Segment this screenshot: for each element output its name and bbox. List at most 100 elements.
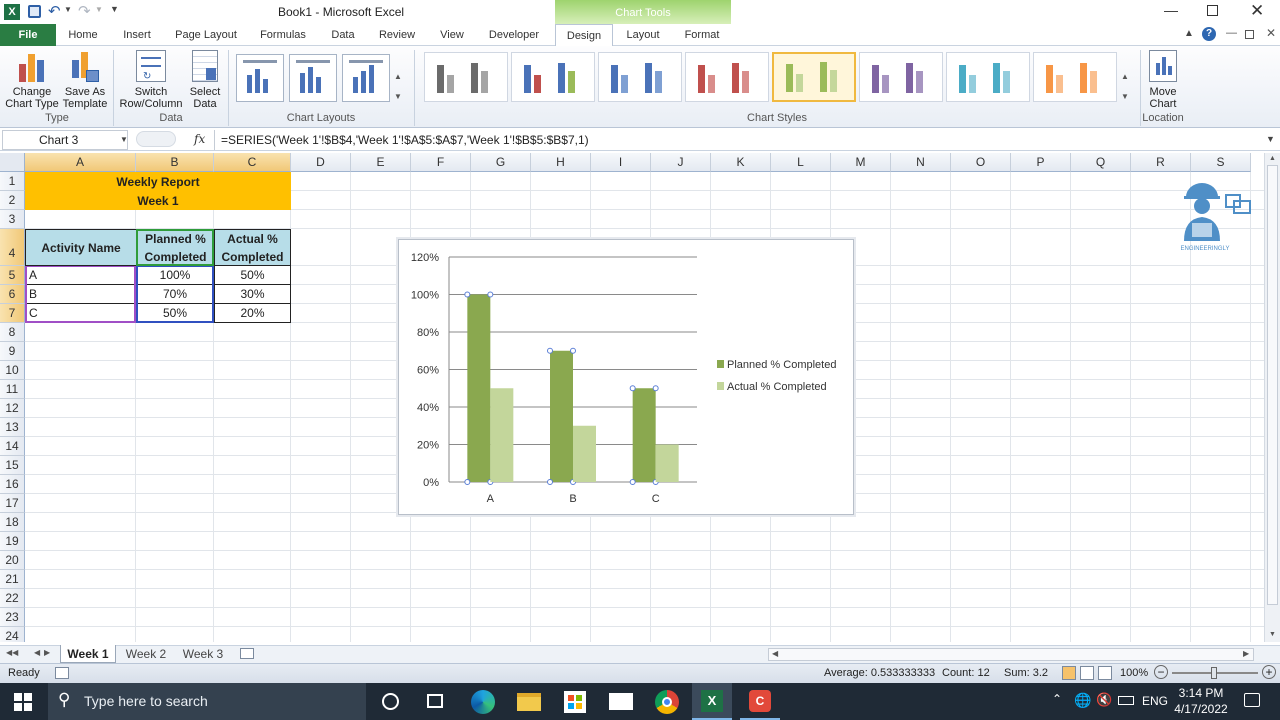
prev-sheet-icon[interactable]: ◀	[34, 648, 40, 657]
row-header-14[interactable]: 14	[0, 437, 25, 456]
row-header-9[interactable]: 9	[0, 342, 25, 361]
column-header-i[interactable]: I	[591, 153, 651, 172]
column-header-h[interactable]: H	[531, 153, 591, 172]
scroll-left-icon[interactable]: ◀	[772, 649, 778, 658]
save-icon[interactable]	[28, 5, 41, 18]
row-header-1[interactable]: 1	[0, 172, 25, 191]
redo-dropdown-icon[interactable]: ▼	[95, 5, 103, 14]
column-header-s[interactable]: S	[1191, 153, 1251, 172]
column-header-n[interactable]: N	[891, 153, 951, 172]
layouts-scroll-up-icon[interactable]: ▲	[394, 72, 402, 81]
windows-start-icon[interactable]	[14, 693, 32, 711]
report-week-cell[interactable]: Week 1	[25, 191, 291, 210]
workbook-minimize-icon[interactable]: —	[1226, 27, 1237, 39]
layouts-more-icon[interactable]: ▼	[394, 92, 402, 101]
zoom-in-icon[interactable]: +	[1262, 665, 1276, 679]
workbook-close-icon[interactable]: ✕	[1266, 26, 1276, 40]
tab-data[interactable]: Data	[322, 24, 364, 46]
column-header-m[interactable]: M	[831, 153, 891, 172]
undo-dropdown-icon[interactable]: ▼	[64, 5, 72, 14]
expand-formula-bar-icon[interactable]: ▼	[1266, 134, 1275, 144]
tab-file[interactable]: File	[0, 24, 56, 46]
column-header-l[interactable]: L	[771, 153, 831, 172]
microsoft-store-icon[interactable]	[564, 691, 586, 713]
edge-icon[interactable]	[471, 690, 495, 714]
row-header-4[interactable]: 4	[0, 229, 25, 266]
network-icon[interactable]: 🌐	[1074, 692, 1091, 709]
report-title-cell[interactable]: Weekly Report	[25, 172, 291, 191]
tab-formulas[interactable]: Formulas	[252, 24, 314, 46]
tab-home[interactable]: Home	[60, 24, 106, 46]
chart-style-8-thumbnail[interactable]	[1033, 52, 1117, 102]
name-box-dropdown-icon[interactable]: ▼	[120, 135, 128, 144]
select-data-button[interactable]: Select Data	[186, 50, 224, 110]
insert-sheet-icon[interactable]	[240, 648, 254, 659]
chart-style-3-thumbnail[interactable]	[598, 52, 682, 102]
chart-style-4-thumbnail[interactable]	[685, 52, 769, 102]
styles-more-icon[interactable]: ▼	[1121, 92, 1129, 101]
row-header-24[interactable]: 24	[0, 627, 25, 642]
close-button[interactable]: ✕	[1250, 1, 1264, 21]
move-chart-button[interactable]: Move Chart	[1143, 50, 1183, 110]
zoom-out-icon[interactable]: −	[1154, 665, 1168, 679]
chart-layout-3-thumbnail[interactable]	[342, 54, 390, 102]
scroll-up-icon[interactable]: ▲	[1269, 155, 1276, 162]
page-break-view-icon[interactable]	[1098, 666, 1112, 680]
scroll-down-icon[interactable]: ▼	[1269, 631, 1276, 638]
help-icon[interactable]: ?	[1202, 27, 1216, 41]
actual-cell[interactable]: 20%	[214, 304, 291, 323]
sheet-tab-week-3[interactable]: Week 3	[176, 646, 230, 663]
row-header-21[interactable]: 21	[0, 570, 25, 589]
clock-time[interactable]: 3:14 PM	[1174, 686, 1228, 700]
chart-style-6-thumbnail[interactable]	[859, 52, 943, 102]
zoom-level[interactable]: 100%	[1120, 667, 1148, 679]
tab-design[interactable]: Design	[555, 24, 613, 46]
sheet-tab-week-1[interactable]: Week 1	[60, 645, 116, 663]
tab-review[interactable]: Review	[372, 24, 422, 46]
row-header-22[interactable]: 22	[0, 589, 25, 608]
column-header-d[interactable]: D	[291, 153, 351, 172]
page-layout-view-icon[interactable]	[1080, 666, 1094, 680]
row-header-16[interactable]: 16	[0, 475, 25, 494]
column-header-q[interactable]: Q	[1071, 153, 1131, 172]
vertical-scroll-thumb[interactable]	[1267, 165, 1278, 605]
column-header-r[interactable]: R	[1131, 153, 1191, 172]
restore-button[interactable]	[1207, 5, 1218, 16]
volume-muted-icon[interactable]: 🔇	[1096, 692, 1112, 708]
actual-cell[interactable]: 50%	[214, 266, 291, 285]
column-header-g[interactable]: G	[471, 153, 531, 172]
scroll-right-icon[interactable]: ▶	[1243, 649, 1249, 658]
tab-view[interactable]: View	[430, 24, 474, 46]
vertical-scrollbar[interactable]: ▲ ▼	[1264, 153, 1280, 642]
undo-icon[interactable]: ↶	[48, 2, 61, 20]
horizontal-scrollbar[interactable]	[768, 648, 1254, 661]
tab-layout[interactable]: Layout	[617, 24, 669, 46]
row-header-8[interactable]: 8	[0, 323, 25, 342]
column-header-a[interactable]: A	[25, 153, 136, 172]
sheet-tab-week-2[interactable]: Week 2	[120, 646, 172, 663]
row-header-13[interactable]: 13	[0, 418, 25, 437]
mail-icon[interactable]	[609, 693, 633, 710]
column-header-j[interactable]: J	[651, 153, 711, 172]
column-header-k[interactable]: K	[711, 153, 771, 172]
clock-date[interactable]: 4/17/2022	[1170, 702, 1232, 716]
excel-taskbar-icon[interactable]: X	[692, 683, 732, 720]
chart-layout-2-thumbnail[interactable]	[289, 54, 337, 102]
tab-format[interactable]: Format	[675, 24, 729, 46]
column-header-e[interactable]: E	[351, 153, 411, 172]
column-header-f[interactable]: F	[411, 153, 471, 172]
minimize-button[interactable]: —	[1164, 2, 1180, 18]
insert-function-icon[interactable]: fx	[194, 132, 205, 146]
row-header-6[interactable]: 6	[0, 285, 25, 304]
tab-page-layout[interactable]: Page Layout	[168, 24, 244, 46]
taskbar-search-box[interactable]: ⚲ Type here to search	[48, 683, 366, 720]
formula-bar-splitter-icon[interactable]	[136, 131, 176, 147]
tab-insert[interactable]: Insert	[114, 24, 160, 46]
name-box[interactable]: Chart 3	[2, 130, 128, 150]
workbook-restore-icon[interactable]	[1245, 30, 1254, 39]
language-indicator[interactable]: ENG	[1142, 694, 1168, 708]
switch-row-column-button[interactable]: ↻ Switch Row/Column	[116, 50, 186, 110]
show-hidden-icons-icon[interactable]: ⌃	[1052, 692, 1062, 706]
change-chart-type-button[interactable]: Change Chart Type	[4, 50, 60, 110]
row-header-15[interactable]: 15	[0, 456, 25, 475]
